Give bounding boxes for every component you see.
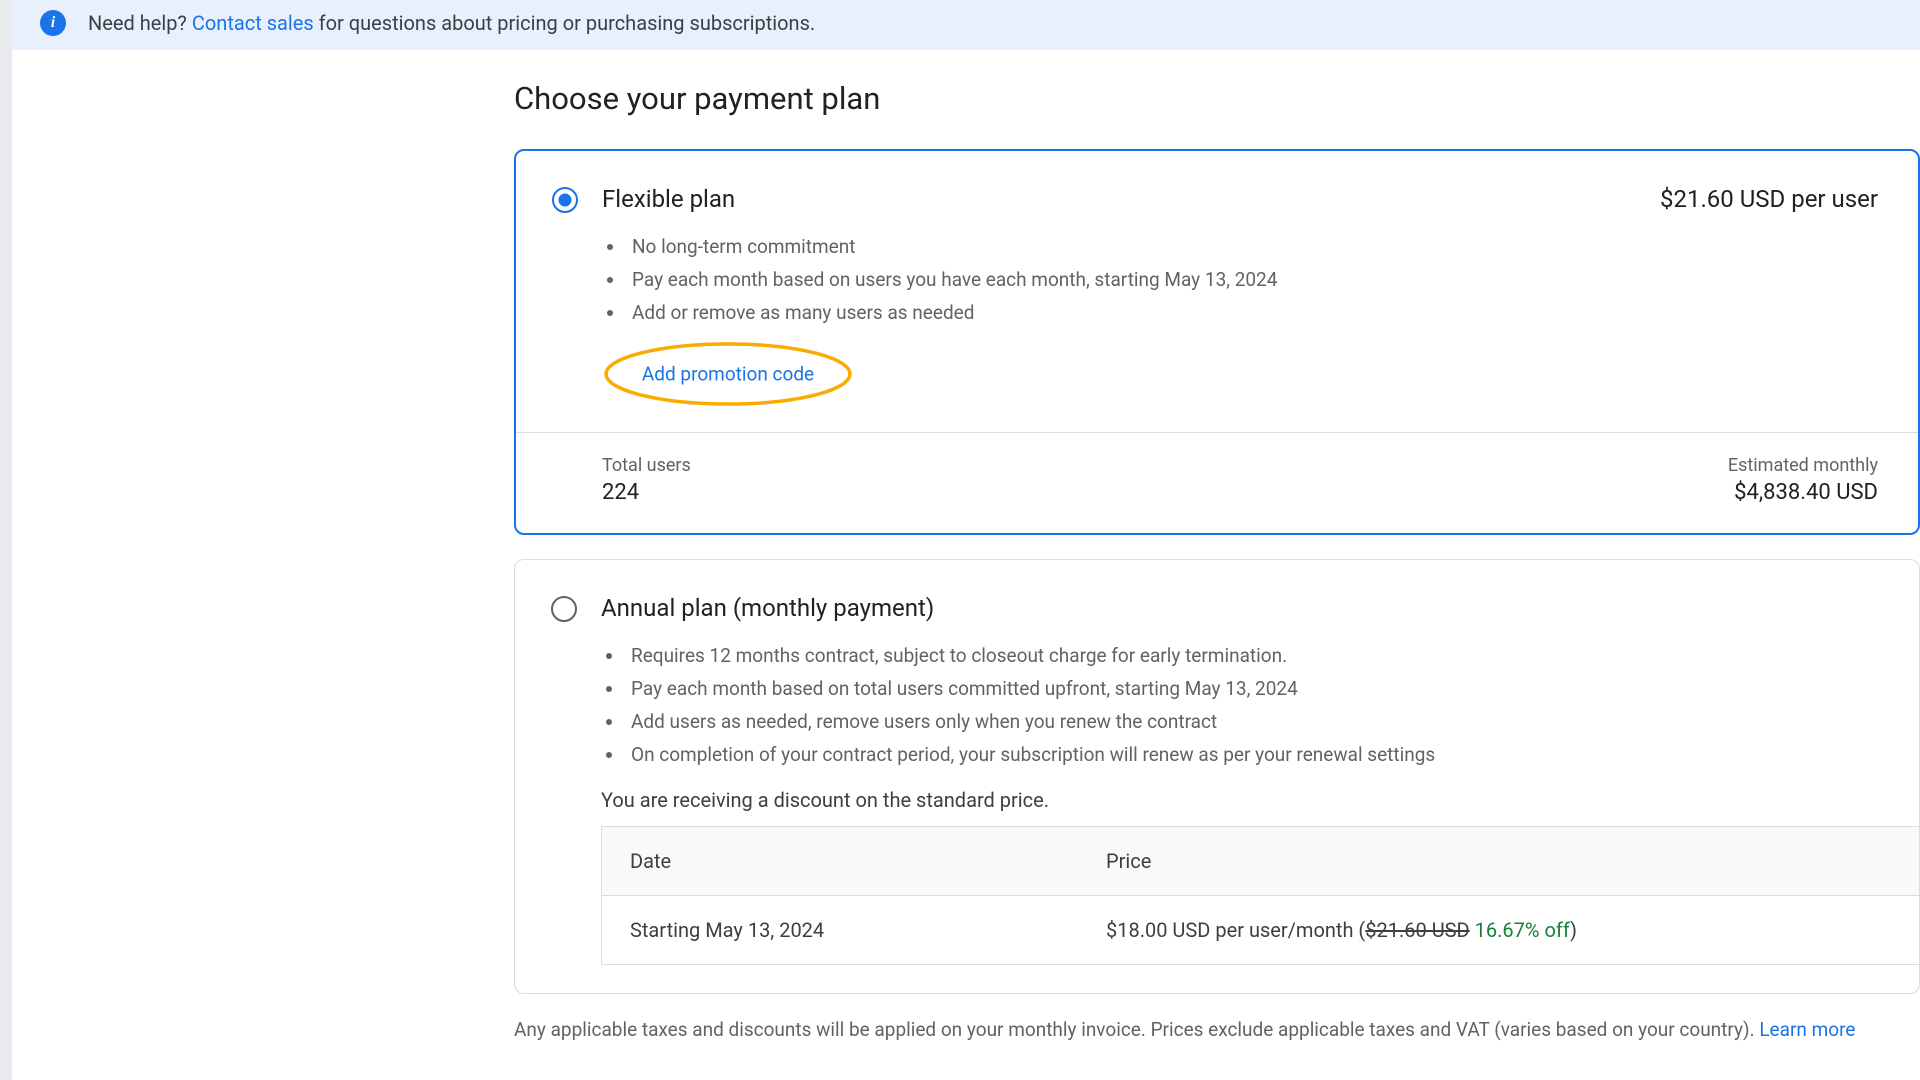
help-suffix: for questions about pricing or purchasin… xyxy=(314,11,815,35)
price-discount-pct: 16.67% off xyxy=(1470,918,1570,942)
estimated-cost-value: $4,838.40 USD xyxy=(1728,480,1878,505)
price-main: $18.00 USD per user/month ( xyxy=(1106,918,1365,942)
cell-price: $18.00 USD per user/month ($21.60 USD 16… xyxy=(1078,896,1605,964)
feature-item: Add or remove as many users as needed xyxy=(626,301,1918,324)
price-close: ) xyxy=(1570,918,1577,942)
estimated-cost-label: Estimated monthly xyxy=(1728,455,1878,476)
tax-text: Any applicable taxes and discounts will … xyxy=(514,1018,1759,1041)
radio-flexible[interactable] xyxy=(552,187,578,213)
feature-item: Add users as needed, remove users only w… xyxy=(625,710,1919,733)
price-table-row: Starting May 13, 2024 $18.00 USD per use… xyxy=(602,896,1919,964)
radio-annual[interactable] xyxy=(551,596,577,622)
contact-sales-link[interactable]: Contact sales xyxy=(192,11,314,35)
total-users-block: Total users 224 xyxy=(602,455,691,505)
plan-name: Annual plan (monthly payment) xyxy=(601,594,1879,622)
help-banner: i Need help? Contact sales for questions… xyxy=(12,0,1920,50)
discount-note: You are receiving a discount on the stan… xyxy=(601,788,1919,812)
price-strike: $21.60 USD xyxy=(1365,918,1469,942)
plan-list: Flexible plan $21.60 USD per user No lon… xyxy=(514,149,1920,994)
add-promotion-code-link[interactable]: Add promotion code xyxy=(642,363,814,386)
total-users-label: Total users xyxy=(602,455,691,476)
price-table: Date Price Starting May 13, 2024 $18.00 … xyxy=(601,826,1919,965)
tax-footer: Any applicable taxes and discounts will … xyxy=(514,1018,1904,1041)
cell-date: Starting May 13, 2024 xyxy=(602,896,1078,964)
plan-summary: Total users 224 Estimated monthly $4,838… xyxy=(516,432,1918,533)
price-table-header: Date Price xyxy=(602,827,1919,896)
learn-more-link[interactable]: Learn more xyxy=(1759,1018,1855,1041)
plan-card-flexible[interactable]: Flexible plan $21.60 USD per user No lon… xyxy=(514,149,1920,535)
help-prefix: Need help? xyxy=(88,11,192,35)
plan-card-annual[interactable]: Annual plan (monthly payment) Requires 1… xyxy=(514,559,1920,994)
col-header-price: Price xyxy=(1078,827,1179,895)
plan-features: No long-term commitment Pay each month b… xyxy=(626,235,1918,324)
plan-name: Flexible plan xyxy=(602,185,1660,213)
page-title: Choose your payment plan xyxy=(514,80,1920,117)
info-icon: i xyxy=(40,10,66,36)
plan-header: Flexible plan $21.60 USD per user xyxy=(516,151,1918,213)
feature-item: Pay each month based on total users comm… xyxy=(625,677,1919,700)
left-gutter xyxy=(0,0,12,1080)
plan-features: Requires 12 months contract, subject to … xyxy=(625,644,1919,766)
plan-header: Annual plan (monthly payment) xyxy=(515,560,1919,622)
col-header-date: Date xyxy=(602,827,1078,895)
estimated-cost-block: Estimated monthly $4,838.40 USD xyxy=(1728,455,1878,505)
feature-item: On completion of your contract period, y… xyxy=(625,743,1919,766)
feature-item: Pay each month based on users you have e… xyxy=(626,268,1918,291)
total-users-value: 224 xyxy=(602,480,691,505)
plan-price: $21.60 USD per user xyxy=(1660,185,1878,213)
promo-highlight: Add promotion code xyxy=(598,340,858,408)
help-text: Need help? Contact sales for questions a… xyxy=(88,11,815,35)
feature-item: No long-term commitment xyxy=(626,235,1918,258)
feature-item: Requires 12 months contract, subject to … xyxy=(625,644,1919,667)
